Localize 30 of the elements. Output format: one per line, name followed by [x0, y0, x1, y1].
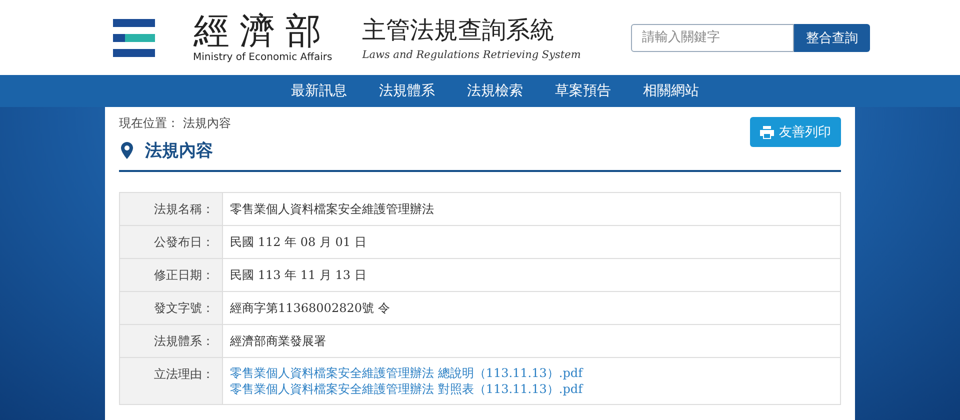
- logo-icon: [113, 18, 155, 56]
- table-label: 發文字號：: [120, 292, 223, 324]
- system-name: 主管法規查詢系統: [362, 14, 556, 44]
- ministry-name: 經濟部: [194, 12, 332, 52]
- map-pin-icon: [121, 142, 133, 159]
- table-value: 民國 112 年 08 月 01 日: [229, 234, 368, 251]
- print-button[interactable]: 友善列印: [750, 117, 841, 147]
- breadcrumb: 現在位置： 法規內容: [119, 115, 231, 132]
- table-value: 經濟部商業發展署: [229, 333, 327, 350]
- table-value: 民國 113 年 11 月 13 日: [229, 267, 368, 284]
- printer-icon: [760, 126, 774, 138]
- nav-link[interactable]: 最新訊息: [275, 75, 363, 107]
- nav-link[interactable]: 法規檢索: [451, 75, 539, 107]
- nav-link[interactable]: 相關網站: [627, 75, 715, 107]
- search-button[interactable]: 整合查詢: [794, 24, 870, 52]
- nav-link[interactable]: 法規體系: [363, 75, 451, 107]
- table-value: 經商字第11368002820號 令: [229, 300, 391, 317]
- pdf-link[interactable]: 零售業個人資料檔案安全維護管理辦法 總說明（113.11.13）.pdf: [230, 365, 583, 381]
- nav-link[interactable]: 草案預告: [539, 75, 627, 107]
- table-label: 公發布日：: [120, 226, 223, 258]
- table-label: 法規體系：: [120, 325, 223, 357]
- table-label: 立法理由：: [120, 358, 223, 404]
- system-english-name: Laws and Regulations Retrieving System: [362, 48, 581, 60]
- search-field[interactable]: 請輸入關鍵字: [631, 24, 794, 52]
- ministry-english-name: Ministry of Economic Affairs: [193, 52, 332, 63]
- table-label: 修正日期：: [120, 259, 223, 291]
- pdf-link[interactable]: 零售業個人資料檔案安全維護管理辦法 對照表（113.11.13）.pdf: [230, 381, 583, 397]
- table-label: 法規名稱：: [120, 193, 223, 225]
- section-title: 法規內容: [145, 140, 213, 162]
- table-value: 零售業個人資料檔案安全維護管理辦法: [229, 201, 435, 218]
